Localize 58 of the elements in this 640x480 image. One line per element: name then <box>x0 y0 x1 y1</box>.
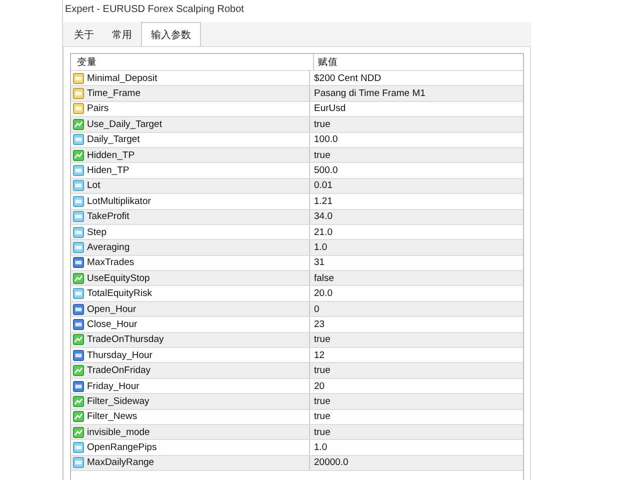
parameter-name: MaxTrades <box>87 257 134 268</box>
parameter-name: Thursday_Hour <box>87 350 152 361</box>
parameter-name: Averaging <box>87 242 130 253</box>
parameter-value[interactable]: 1.0 <box>310 240 523 255</box>
parameter-name: TotalEquityRisk <box>87 288 152 300</box>
parameter-name: Filter_News <box>87 411 138 422</box>
parameter-value[interactable]: true <box>310 424 523 440</box>
tab[interactable]: 输入参数 <box>141 22 201 46</box>
parameter-value[interactable]: 1.21 <box>310 194 523 209</box>
column-header[interactable]: 变量 <box>71 54 314 70</box>
parameter-name: Hidden_TP <box>87 150 135 161</box>
tab[interactable]: 常用 <box>103 25 141 46</box>
parameter-name: MaxDailyRange <box>87 457 154 468</box>
parameter-value[interactable]: 31 <box>310 256 523 270</box>
parameter-name: Time_Frame <box>87 88 140 100</box>
parameter-name: Friday_Hour <box>87 380 140 392</box>
column-header[interactable]: 赋值 <box>314 54 523 70</box>
parameter-name: UseEquityStop <box>87 272 150 284</box>
parameter-name: Filter_Sideway <box>87 396 150 407</box>
parameter-value[interactable]: 1.0 <box>310 440 523 455</box>
parameter-name: Step <box>87 226 107 238</box>
parameter-value[interactable]: $200 Cent NDD <box>310 71 523 86</box>
parameter-value[interactable]: true <box>310 394 523 409</box>
parameter-name: Minimal_Deposit <box>87 72 158 84</box>
parameter-value[interactable]: 20 <box>310 378 523 394</box>
parameter-value[interactable]: Pasang di Time Frame M1 <box>310 86 523 101</box>
parameter-value[interactable]: 100.0 <box>310 132 523 147</box>
parameter-name: TakeProfit <box>87 211 130 222</box>
parameter-name: OpenRangePips <box>87 442 157 454</box>
parameter-value[interactable]: false <box>310 271 523 286</box>
parameter-value[interactable]: 0 <box>310 302 523 316</box>
parameter-name: invisible_mode <box>87 426 150 438</box>
parameter-value[interactable]: true <box>310 148 523 162</box>
parameter-value[interactable]: 0.01 <box>310 178 523 194</box>
parameter-value[interactable]: EurUsd <box>310 102 523 116</box>
parameter-name: Use_Daily_Target <box>87 118 162 130</box>
parameter-name: Hiden_TP <box>87 165 130 176</box>
parameter-value[interactable]: 20.0 <box>310 286 523 301</box>
parameter-value[interactable]: true <box>310 117 523 132</box>
parameter-value[interactable]: 500.0 <box>310 163 523 178</box>
parameter-name: Lot <box>87 180 100 192</box>
window-title: Expert - EURUSD Forex Scalping Robot <box>63 0 531 22</box>
parameter-name: Open_Hour <box>87 304 136 315</box>
parameter-value[interactable]: true <box>310 410 523 424</box>
parameter-name: TradeOnThursday <box>87 334 164 346</box>
parameter-value[interactable]: true <box>310 332 523 348</box>
tab[interactable]: 关于 <box>65 25 103 46</box>
parameter-value[interactable]: 20000.0 <box>310 456 523 470</box>
parameter-name: Pairs <box>87 103 109 114</box>
parameter-name: Close_Hour <box>87 318 138 330</box>
parameter-name: LotMultiplikator <box>87 196 151 207</box>
parameter-value[interactable]: 12 <box>310 348 523 362</box>
parameter-value[interactable]: 34.0 <box>310 210 523 224</box>
parameter-value[interactable]: true <box>310 363 523 378</box>
parameter-name: TradeOnFriday <box>87 365 151 376</box>
parameter-value[interactable]: 23 <box>310 317 523 332</box>
parameter-value[interactable]: 21.0 <box>310 224 523 240</box>
parameter-name: Daily_Target <box>87 134 140 146</box>
